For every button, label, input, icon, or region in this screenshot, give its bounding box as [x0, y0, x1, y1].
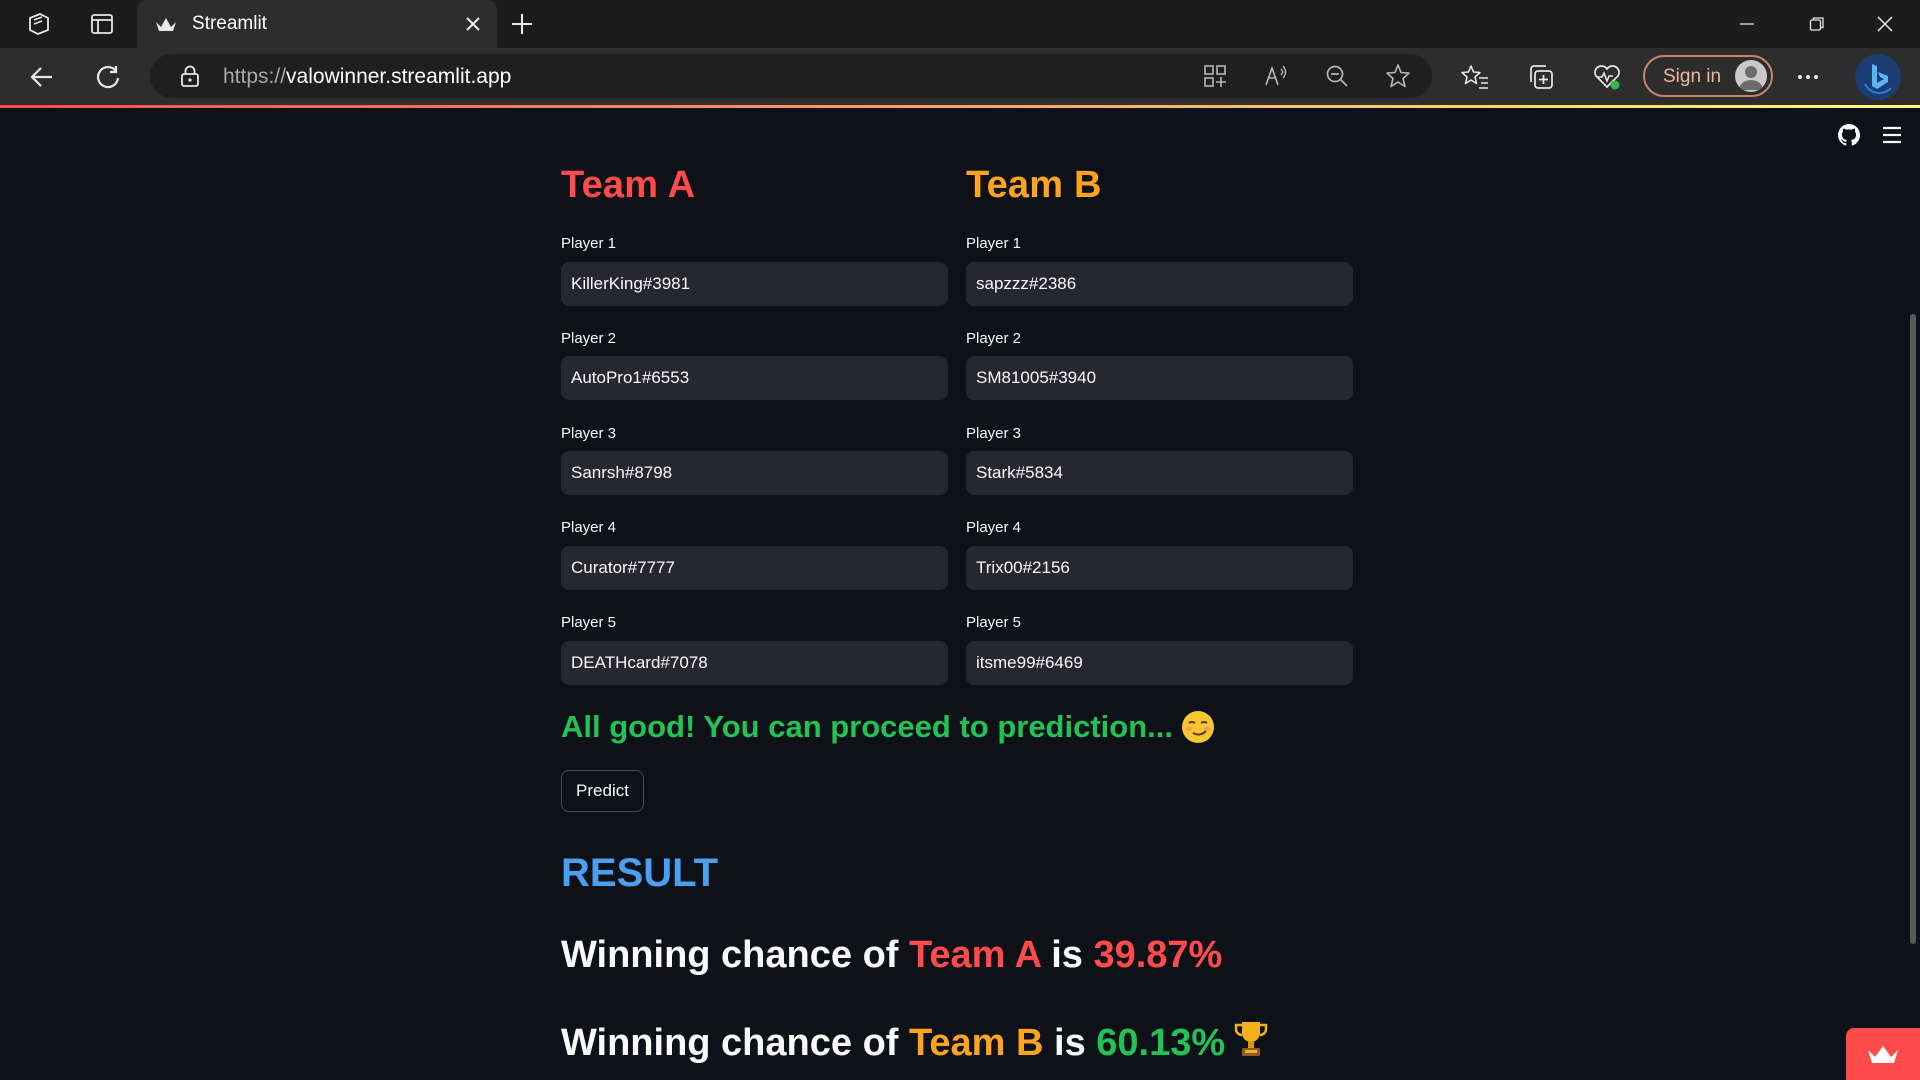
- minimize-button[interactable]: [1712, 0, 1782, 48]
- result-b-prefix: Winning chance of: [561, 1022, 909, 1064]
- team-b-heading: Team B: [966, 164, 1102, 206]
- more-options-icon[interactable]: [1793, 62, 1823, 92]
- sign-in-button[interactable]: Sign in: [1643, 55, 1773, 97]
- result-a-mid: is: [1040, 934, 1094, 976]
- team-b-player-4-label: Player 4: [966, 519, 1022, 536]
- restore-icon: [1809, 17, 1824, 31]
- browser-tab-bar: Streamlit: [0, 0, 1920, 48]
- refresh-icon: [96, 65, 120, 89]
- app-main: Team A Player 1 Player 2 Player 3 Player…: [0, 108, 1920, 1080]
- close-tab-icon[interactable]: [461, 12, 485, 36]
- team-a-player-5-label: Player 5: [561, 614, 617, 631]
- team-a-player-1-input[interactable]: [561, 262, 948, 306]
- zoom-out-icon[interactable]: [1324, 63, 1350, 89]
- result-heading: RESULT: [561, 851, 719, 895]
- sign-in-label: Sign in: [1663, 66, 1722, 87]
- url-host: valowinner.streamlit.app: [286, 65, 512, 88]
- browser-tab[interactable]: Streamlit: [137, 0, 497, 48]
- team-a-player-4-label: Player 4: [561, 519, 617, 536]
- team-a-player-5-input[interactable]: [561, 641, 948, 685]
- team-b-player-4-input[interactable]: [966, 546, 1353, 590]
- bing-icon: [1864, 64, 1892, 94]
- smirking-face-icon: [1182, 711, 1214, 743]
- close-window-button[interactable]: [1850, 0, 1920, 48]
- url-text[interactable]: https://valowinner.streamlit.app: [223, 65, 511, 89]
- success-message: All good! You can proceed to prediction.…: [561, 709, 1215, 745]
- team-b-player-3-label: Player 3: [966, 425, 1022, 442]
- minimize-icon: [1740, 23, 1754, 25]
- team-b-player-1-label: Player 1: [966, 235, 1022, 252]
- read-aloud-icon[interactable]: [1263, 63, 1289, 89]
- avatar-icon: [1735, 60, 1767, 92]
- streamlit-badge[interactable]: [1846, 1028, 1920, 1080]
- refresh-button[interactable]: [92, 61, 124, 93]
- team-b-player-2-input[interactable]: [966, 356, 1353, 400]
- result-b-team: Team B: [909, 1022, 1044, 1064]
- close-window-icon: [1877, 16, 1893, 32]
- favorites-icon[interactable]: [1460, 62, 1490, 92]
- hamburger-menu-icon[interactable]: [1882, 126, 1902, 144]
- result-a-percentage: 39.87%: [1093, 934, 1223, 976]
- team-a-player-3-label: Player 3: [561, 425, 617, 442]
- result-a-prefix: Winning chance of: [561, 934, 909, 976]
- back-arrow-icon: [30, 67, 52, 87]
- tab-actions-icon[interactable]: [88, 10, 116, 38]
- predict-button[interactable]: Predict: [561, 770, 644, 812]
- team-b-player-5-label: Player 5: [966, 614, 1022, 631]
- favorite-star-icon[interactable]: [1385, 63, 1411, 89]
- url-protocol: https://: [223, 65, 287, 88]
- result-team-b: Winning chance of Team B is 60.13%: [561, 1019, 1269, 1065]
- team-a-player-2-input[interactable]: [561, 356, 948, 400]
- team-b-player-2-label: Player 2: [966, 330, 1022, 347]
- team-a-player-3-input[interactable]: [561, 451, 948, 495]
- tab-title: Streamlit: [192, 13, 267, 34]
- result-b-mid: is: [1043, 1022, 1097, 1064]
- streamlit-crown-icon: [1868, 1046, 1898, 1063]
- lock-icon[interactable]: [180, 64, 200, 88]
- browser-toolbar: https://valowinner.streamlit.app Sign in: [0, 48, 1920, 105]
- team-a-heading: Team A: [561, 164, 696, 206]
- address-bar[interactable]: https://valowinner.streamlit.app: [150, 54, 1432, 98]
- success-message-text: All good! You can proceed to prediction.…: [561, 709, 1173, 744]
- workspaces-icon[interactable]: [24, 10, 52, 38]
- collections-icon[interactable]: [1526, 62, 1556, 92]
- bing-copilot-button[interactable]: [1855, 54, 1901, 100]
- back-button[interactable]: [26, 61, 58, 93]
- streamlit-favicon-icon: [156, 18, 176, 31]
- browser-essentials-icon[interactable]: [1592, 62, 1622, 92]
- restore-button[interactable]: [1782, 0, 1852, 48]
- github-icon[interactable]: [1838, 124, 1860, 146]
- trophy-icon: [1234, 1022, 1268, 1056]
- team-a-player-1-label: Player 1: [561, 235, 617, 252]
- result-team-a: Winning chance of Team A is 39.87%: [561, 934, 1222, 977]
- result-b-percentage: 60.13%: [1096, 1022, 1226, 1064]
- team-a-player-2-label: Player 2: [561, 330, 617, 347]
- result-a-team: Team A: [909, 934, 1041, 976]
- app-available-icon[interactable]: [1202, 63, 1228, 89]
- scrollbar[interactable]: [1910, 314, 1916, 944]
- team-a-player-4-input[interactable]: [561, 546, 948, 590]
- team-b-player-5-input[interactable]: [966, 641, 1353, 685]
- team-b-player-3-input[interactable]: [966, 451, 1353, 495]
- team-b-player-1-input[interactable]: [966, 262, 1353, 306]
- new-tab-icon[interactable]: [508, 10, 536, 38]
